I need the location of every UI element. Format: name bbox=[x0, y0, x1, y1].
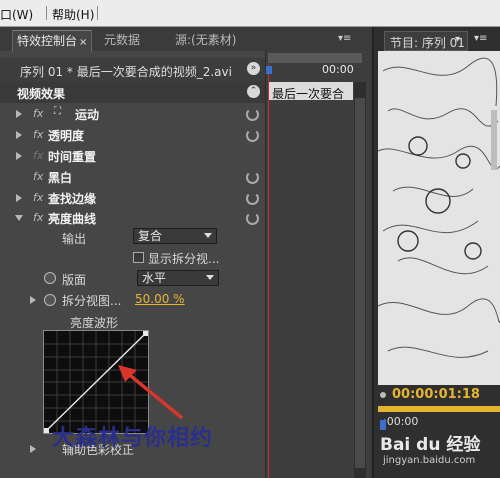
curve-point-end[interactable] bbox=[143, 331, 148, 336]
video-effects-header: 视频效果 ⌃ bbox=[0, 82, 265, 103]
fx-icon[interactable]: fx bbox=[33, 191, 43, 204]
program-playhead[interactable] bbox=[380, 420, 386, 430]
output-label: 输出 bbox=[62, 232, 87, 246]
menu-separator bbox=[97, 6, 98, 20]
stopwatch-icon[interactable] bbox=[44, 272, 56, 284]
reset-icon[interactable] bbox=[246, 108, 259, 121]
annotation-arrow bbox=[118, 365, 184, 420]
menu-help[interactable]: 帮助(H) bbox=[52, 6, 94, 23]
layout-value: 水平 bbox=[142, 271, 167, 285]
program-zoom-bar[interactable] bbox=[378, 406, 500, 412]
tab-effect-controls[interactable]: 特效控制台 × bbox=[12, 30, 93, 52]
tab-program[interactable]: 节目: 序列 01 ▾ bbox=[384, 31, 468, 51]
fx-icon[interactable]: fx bbox=[33, 149, 43, 162]
edge-sketch-image bbox=[378, 51, 500, 385]
playhead-handle[interactable] bbox=[266, 66, 272, 74]
tab-label: 特效控制台 bbox=[17, 34, 78, 48]
split-view-label: 显示拆分视... bbox=[148, 252, 220, 266]
reset-icon[interactable] bbox=[246, 192, 259, 205]
fx-icon[interactable]: fx bbox=[33, 107, 43, 120]
menu-window[interactable]: 口(W) bbox=[0, 6, 33, 23]
expand-icon[interactable] bbox=[30, 296, 36, 304]
effect-row-motion[interactable]: fx ⛶ 运动 bbox=[0, 103, 265, 124]
effect-row-opacity[interactable]: fx 透明度 bbox=[0, 124, 265, 145]
output-dropdown[interactable]: 复合 bbox=[133, 228, 217, 244]
effect-label: 查找边缘 bbox=[48, 192, 97, 206]
effect-label: 亮度曲线 bbox=[48, 212, 97, 226]
expand-icon[interactable] bbox=[16, 152, 22, 160]
preview-scroll-thumb[interactable] bbox=[491, 110, 497, 170]
effect-row-time-remap[interactable]: fx 时间重置 bbox=[0, 145, 265, 166]
program-timecode[interactable]: 00:00:01:18 bbox=[392, 387, 480, 402]
tab-metadata[interactable]: 元数据 bbox=[104, 30, 140, 51]
program-preview[interactable] bbox=[378, 51, 500, 385]
program-tab-label: 节目: 序列 01 bbox=[390, 36, 465, 50]
curve-point-start[interactable] bbox=[44, 428, 49, 433]
chevron-down-icon bbox=[204, 233, 212, 238]
chevron-down-icon[interactable]: ▾ bbox=[455, 34, 460, 45]
scroll-up-icon[interactable]: ⌃ bbox=[247, 85, 260, 98]
split-percent-value[interactable]: 50.00 % bbox=[135, 292, 185, 306]
tab-source[interactable]: 源:(无素材) bbox=[175, 30, 236, 51]
fx-icon[interactable]: fx bbox=[33, 170, 43, 183]
zoom-bar[interactable] bbox=[268, 53, 362, 63]
timeline-timecode: 00:00 bbox=[322, 63, 354, 76]
expand-icon[interactable] bbox=[30, 445, 36, 453]
effect-row-find-edges[interactable]: fx 查找边缘 bbox=[0, 187, 265, 208]
split-percent-label: 拆分视图... bbox=[62, 294, 122, 308]
effect-label: 透明度 bbox=[48, 129, 85, 143]
marker-icon[interactable] bbox=[380, 392, 386, 398]
watermark-text: 大森林与你相约 bbox=[52, 426, 214, 451]
chevron-down-icon bbox=[206, 275, 214, 280]
motion-icon: ⛶ bbox=[54, 106, 61, 117]
playhead-line bbox=[268, 64, 269, 478]
reset-icon[interactable] bbox=[246, 212, 259, 225]
reset-icon[interactable] bbox=[246, 171, 259, 184]
scrollbar-thumb[interactable] bbox=[355, 98, 365, 468]
luma-waveform-label: 亮度波形 bbox=[70, 316, 119, 330]
expand-icon[interactable] bbox=[16, 131, 22, 139]
output-value: 复合 bbox=[138, 229, 163, 243]
effect-label: 黑白 bbox=[48, 171, 73, 185]
layout-dropdown[interactable]: 水平 bbox=[137, 270, 219, 286]
menu-separator bbox=[46, 6, 47, 20]
baidu-url: jingyan.baidu.com bbox=[383, 455, 476, 466]
close-icon[interactable]: × bbox=[79, 37, 87, 48]
effect-label: 时间重置 bbox=[48, 150, 97, 164]
expand-icon[interactable] bbox=[16, 194, 22, 202]
panel-tab-bar: 特效控制台 × 元数据 源:(无素材) ▾≡ bbox=[0, 27, 370, 52]
collapse-icon[interactable] bbox=[15, 215, 23, 221]
split-view-checkbox[interactable] bbox=[133, 252, 144, 263]
fx-icon[interactable]: fx bbox=[33, 128, 43, 141]
collapse-timeline-icon[interactable]: » bbox=[247, 62, 260, 75]
expand-icon[interactable] bbox=[16, 110, 22, 118]
effect-row-black-white[interactable]: fx 黑白 bbox=[0, 166, 265, 187]
effect-label: 运动 bbox=[75, 108, 100, 122]
stopwatch-icon[interactable] bbox=[44, 294, 56, 306]
reset-icon[interactable] bbox=[246, 129, 259, 142]
fx-icon[interactable]: fx bbox=[33, 211, 43, 224]
video-effects-title: 视频效果 bbox=[17, 87, 66, 101]
program-ruler-time: :00:00 bbox=[383, 415, 419, 428]
menu-bar: 口(W) 帮助(H) bbox=[0, 0, 500, 27]
panel-menu-icon[interactable]: ▾≡ bbox=[474, 33, 487, 44]
panel-menu-icon[interactable]: ▾≡ bbox=[338, 33, 351, 44]
clip-title: 序列 01 * 最后一次要合成的视频_2.avi bbox=[20, 65, 232, 79]
clip-bar-label: 最后一次要合 bbox=[272, 87, 345, 101]
layout-label: 版面 bbox=[62, 273, 87, 287]
baidu-logo: Bai du 经验 bbox=[380, 435, 481, 455]
effect-row-luma-curve[interactable]: fx 亮度曲线 bbox=[0, 207, 265, 228]
